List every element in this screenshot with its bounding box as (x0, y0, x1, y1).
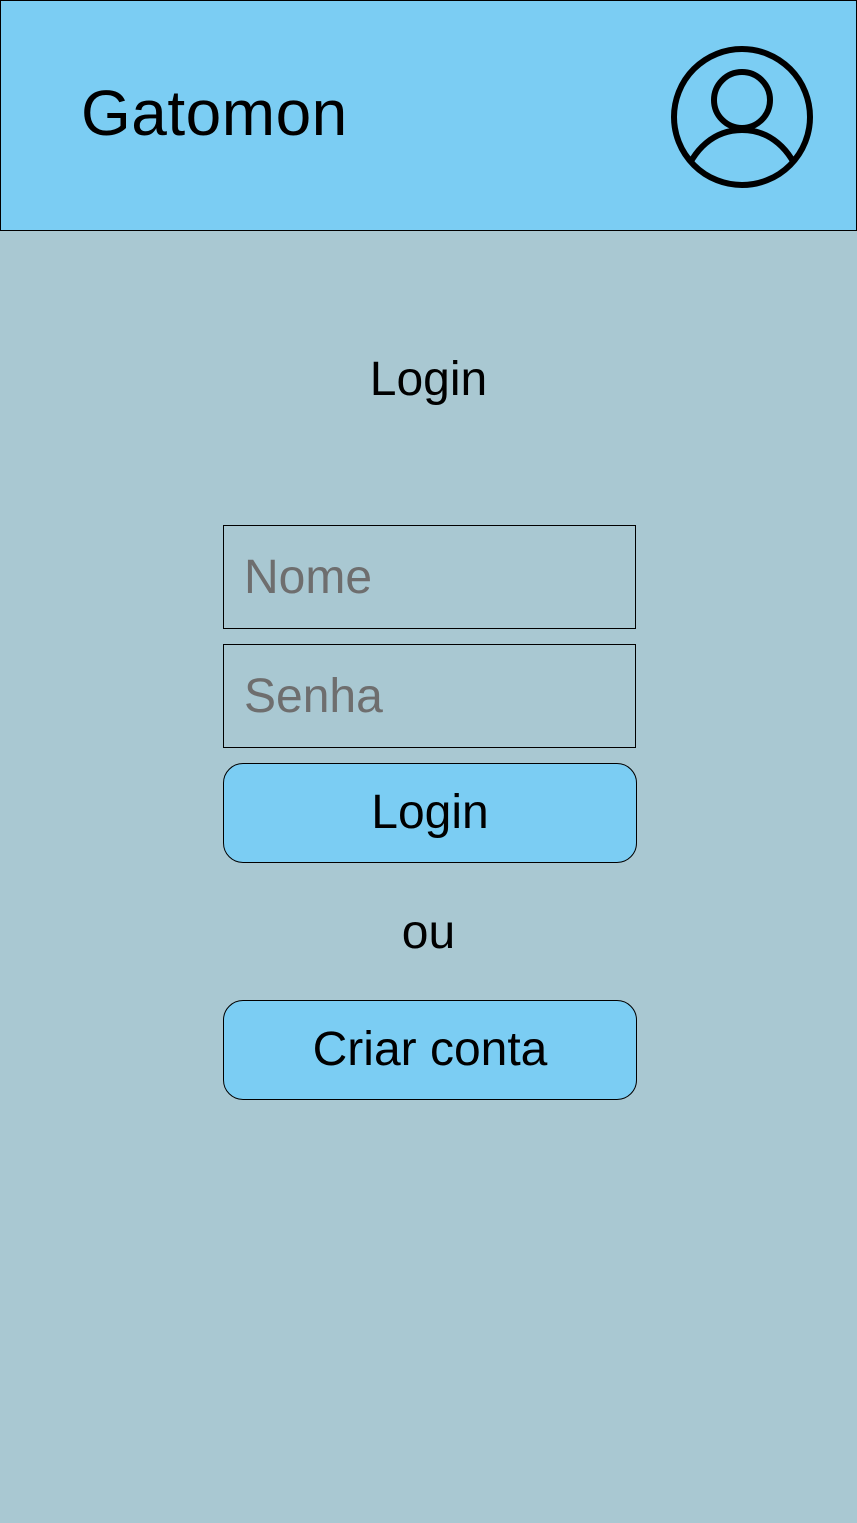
create-account-button[interactable]: Criar conta (223, 1000, 637, 1100)
user-circle-icon[interactable] (669, 44, 815, 190)
or-divider-text: ou (401, 906, 456, 959)
name-input[interactable] (223, 525, 636, 629)
app-header: Gatomon (0, 0, 857, 231)
login-button[interactable]: Login (223, 763, 637, 863)
login-page: Gatomon Login Login ou Criar conta (0, 0, 857, 1523)
login-heading: Login (369, 353, 488, 406)
app-title: Gatomon (81, 77, 348, 149)
password-input[interactable] (223, 644, 636, 748)
